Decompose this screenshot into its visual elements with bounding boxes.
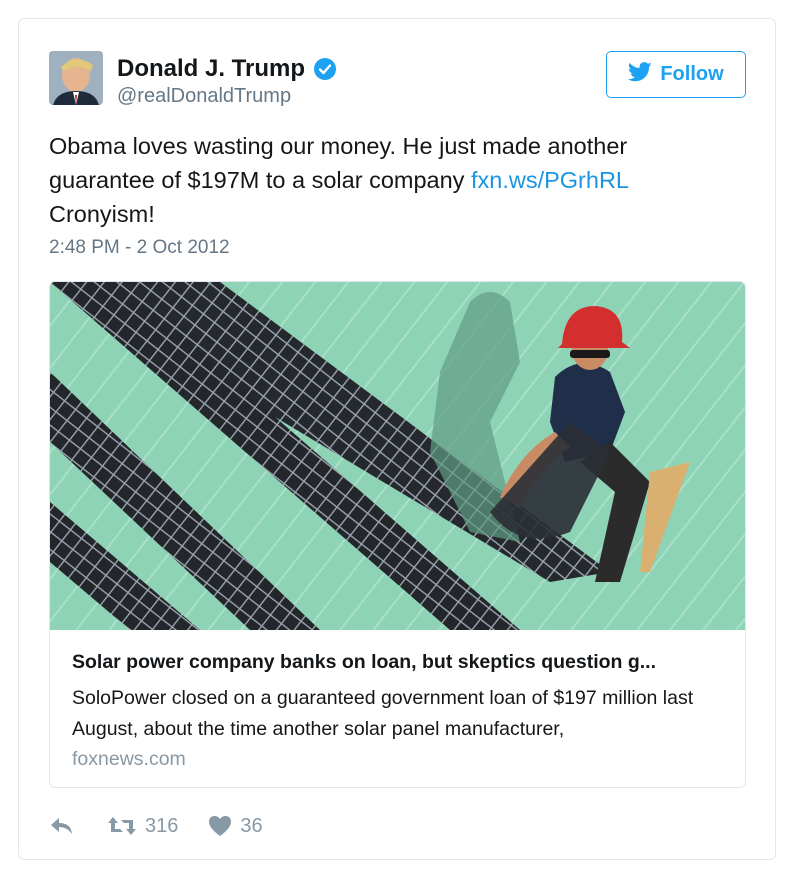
retweet-icon (107, 815, 137, 837)
card-image[interactable] (50, 282, 745, 630)
retweet-button[interactable]: 316 (107, 815, 178, 838)
card-title[interactable]: Solar power company banks on loan, but s… (72, 651, 722, 674)
twitter-bird-icon (628, 61, 652, 88)
avatar[interactable] (49, 51, 103, 105)
user-handle[interactable]: @realDonaldTrump (117, 85, 291, 108)
reply-button[interactable] (49, 815, 75, 837)
follow-label: Follow (660, 63, 724, 85)
card-domain: foxnews.com (72, 748, 186, 770)
tweet-actions: 316 36 (49, 811, 263, 841)
reply-icon (49, 815, 75, 837)
verified-badge-icon (313, 57, 337, 81)
follow-button[interactable]: Follow (606, 51, 746, 98)
user-name[interactable]: Donald J. Trump (117, 55, 305, 83)
tweet-link[interactable]: fxn.ws/PGrhRL (471, 167, 629, 193)
user-name-row[interactable]: Donald J. Trump (117, 55, 337, 83)
like-button[interactable]: 36 (208, 814, 263, 838)
like-count: 36 (240, 814, 263, 837)
tweet-card: Donald J. Trump @realDonaldTrump Follow … (18, 18, 776, 860)
card-description: SoloPower closed on a guaranteed governm… (72, 687, 694, 740)
retweet-count: 316 (145, 814, 179, 837)
tweet-text-tail: Cronyism! (49, 201, 155, 227)
link-card[interactable]: Solar power company banks on loan, but s… (49, 281, 746, 788)
heart-icon (208, 815, 232, 837)
tweet-timestamp[interactable]: 2:48 PM - 2 Oct 2012 (49, 237, 230, 259)
tweet-text: Obama loves wasting our money. He just m… (49, 129, 729, 231)
